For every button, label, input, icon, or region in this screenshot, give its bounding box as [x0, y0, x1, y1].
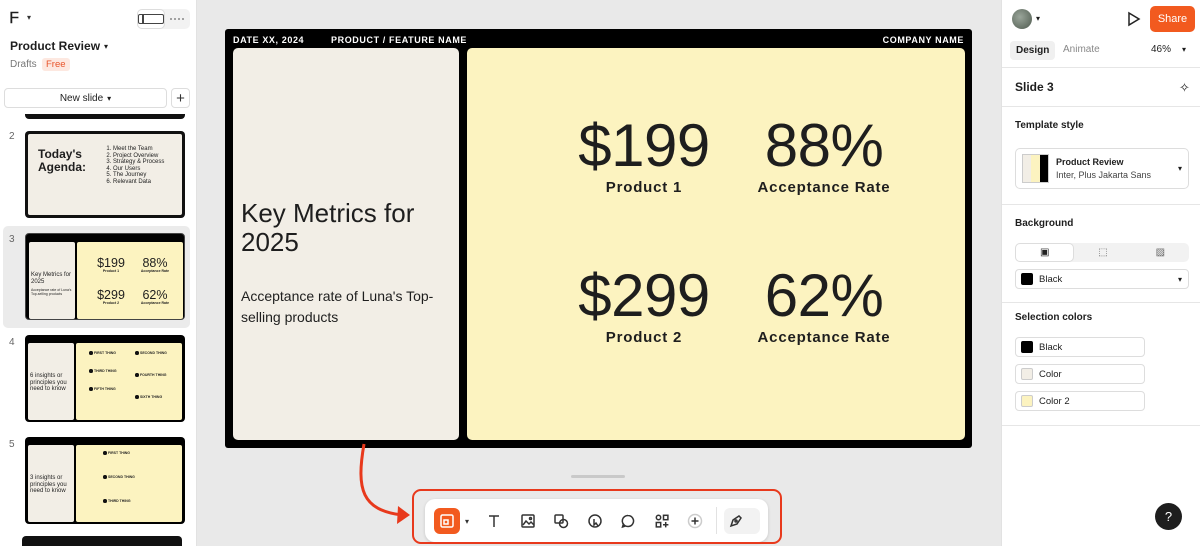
selection-color-2[interactable]: Color 2: [1015, 391, 1145, 411]
properties-panel: ▾ Share Design Animate 46% ▾ Slide 3 ✧ T…: [1001, 0, 1200, 546]
slide-number: 4: [9, 337, 15, 348]
thumb-title: 3 insights or principles you need to kno…: [30, 475, 67, 494]
zoom-level[interactable]: 46%: [1151, 44, 1171, 55]
metric-value: $299: [578, 262, 710, 329]
new-slide-label: New slide: [59, 92, 104, 104]
slide-thumbnail-6-partial[interactable]: [22, 536, 182, 546]
play-icon[interactable]: [1127, 11, 1141, 27]
header-product: PRODUCT / FEATURE NAME: [331, 35, 468, 45]
color-swatch: [1021, 341, 1033, 353]
solid-fill-tab[interactable]: ▣: [1015, 243, 1075, 262]
chevron-down-icon: ▾: [1177, 164, 1182, 173]
color-name: Black: [1039, 341, 1063, 353]
template-swatch: [1022, 154, 1049, 183]
image-fill-tab[interactable]: ▨: [1132, 243, 1189, 262]
slide-thumbnail-1-partial[interactable]: [25, 114, 185, 119]
project-title[interactable]: Product Review: [10, 39, 100, 53]
slide-label: Slide 3: [1015, 80, 1054, 94]
metric-value: 62%: [764, 262, 884, 329]
color-name: Color: [1039, 368, 1062, 380]
thumb-title: 6 insights or principles you need to kno…: [30, 373, 67, 392]
slide-number: 5: [9, 439, 15, 450]
app-window: ᖴ ▾ Product Review ▾ Drafts Free New sli…: [0, 0, 1200, 546]
slide-thumbnail: Key Metrics for 2025 Acceptance rate of …: [25, 233, 185, 320]
slide-metrics-panel[interactable]: $199 Product 1 88% Acceptance Rate $299 …: [467, 48, 965, 440]
toolbar-highlight-annotation: [412, 489, 782, 544]
thumb-agenda-list: Meet the Team Project Overview Strategy …: [105, 146, 164, 185]
metric-value: $199: [578, 112, 710, 179]
project-menu-chevron-icon[interactable]: ▾: [104, 42, 108, 51]
metric-product-2[interactable]: $299 Product 2: [559, 262, 729, 347]
selection-color-black[interactable]: Black: [1015, 337, 1145, 357]
metric-acceptance-2[interactable]: 62% Acceptance Rate: [739, 262, 909, 347]
share-button[interactable]: Share: [1150, 6, 1195, 32]
new-slide-button[interactable]: New slide ▾: [4, 88, 167, 108]
account-chevron-icon[interactable]: ▾: [1036, 14, 1040, 23]
slide-thumbnail: 3 insights or principles you need to kno…: [25, 437, 185, 524]
tab-design[interactable]: Design: [1010, 41, 1056, 60]
slide-item-4[interactable]: 4 6 insights or principles you need to k…: [3, 330, 190, 428]
color-name: Color 2: [1039, 395, 1070, 407]
figma-logo-icon[interactable]: ᖴ: [10, 10, 19, 27]
metric-label: Acceptance Rate: [757, 329, 891, 346]
metric-label: Product 2: [605, 329, 683, 346]
metric-acceptance-1[interactable]: 88% Acceptance Rate: [739, 112, 909, 197]
color-swatch: [1021, 273, 1033, 285]
template-fonts: Inter, Plus Jakarta Sans: [1056, 170, 1152, 180]
help-button[interactable]: ?: [1155, 503, 1182, 530]
metric-value: 88%: [764, 112, 884, 179]
selection-colors-heading: Selection colors: [1015, 312, 1093, 323]
header-company: COMPANY NAME: [882, 35, 964, 45]
grid-view-icon: [165, 14, 191, 24]
background-heading: Background: [1015, 218, 1074, 229]
slide-number: 2: [9, 131, 15, 142]
add-slide-button[interactable]: +: [171, 88, 190, 108]
slide-left-panel[interactable]: Key Metrics for 2025 Acceptance rate of …: [233, 48, 459, 440]
metric-label: Product 1: [605, 179, 683, 196]
slide-item-3[interactable]: 3 Key Metrics for 2025 Acceptance rate o…: [3, 226, 190, 328]
background-type-tabs: ▣ ⬚ ▨: [1015, 243, 1189, 262]
ai-sparkle-icon[interactable]: ✧: [1179, 80, 1190, 96]
chevron-down-icon: ▾: [107, 93, 112, 103]
slide-thumbnail: 6 insights or principles you need to kno…: [25, 335, 185, 422]
panel-view-icon: [138, 14, 164, 24]
slide-title[interactable]: Key Metrics for 2025: [241, 199, 451, 257]
slide-thumbnail: Today's Agenda: Meet the Team Project Ov…: [25, 131, 185, 218]
thumb-title: Today's Agenda:: [38, 147, 86, 174]
plan-badge: Free: [42, 58, 70, 71]
avatar[interactable]: [1012, 9, 1032, 29]
background-color-select[interactable]: Black ▾: [1015, 269, 1189, 289]
thumb-title: Key Metrics for 2025: [31, 272, 72, 285]
background-color-value: Black: [1039, 273, 1063, 285]
metric-label: Acceptance Rate: [757, 179, 891, 196]
tab-animate[interactable]: Animate: [1063, 44, 1100, 55]
zoom-chevron-icon[interactable]: ▾: [1182, 45, 1186, 54]
slide-subtitle[interactable]: Acceptance rate of Luna's Top-selling pr…: [241, 286, 441, 328]
slides-panel: ᖴ ▾ Product Review ▾ Drafts Free New sli…: [0, 0, 197, 546]
slide-item-5[interactable]: 5 3 insights or principles you need to k…: [3, 432, 190, 530]
metric-product-1[interactable]: $199 Product 1: [559, 112, 729, 197]
view-toggle: [137, 9, 190, 29]
template-name: Product Review: [1056, 157, 1124, 167]
drafts-link[interactable]: Drafts: [10, 59, 37, 70]
slide-canvas[interactable]: DATE XX, 2024 PRODUCT / FEATURE NAME COM…: [225, 29, 972, 448]
selection-color-1[interactable]: Color: [1015, 364, 1145, 384]
grid-view-button[interactable]: [165, 9, 191, 29]
single-view-button[interactable]: [137, 9, 165, 29]
pattern-fill-tab[interactable]: ⬚: [1074, 243, 1131, 262]
main-menu-chevron-icon[interactable]: ▾: [27, 13, 31, 22]
color-swatch: [1021, 395, 1033, 407]
slide-item-2[interactable]: 2 Today's Agenda: Meet the Team Project …: [3, 124, 190, 222]
chevron-down-icon: ▾: [1177, 274, 1182, 284]
canvas-scrollbar[interactable]: [571, 475, 625, 478]
thumb-subtitle: Acceptance rate of Luna's Top-selling pr…: [31, 288, 72, 296]
header-date: DATE XX, 2024: [233, 35, 305, 45]
template-style-selector[interactable]: Product Review Inter, Plus Jakarta Sans …: [1015, 148, 1189, 189]
color-swatch: [1021, 368, 1033, 380]
slide-number: 3: [9, 234, 15, 245]
template-style-heading: Template style: [1015, 120, 1084, 131]
